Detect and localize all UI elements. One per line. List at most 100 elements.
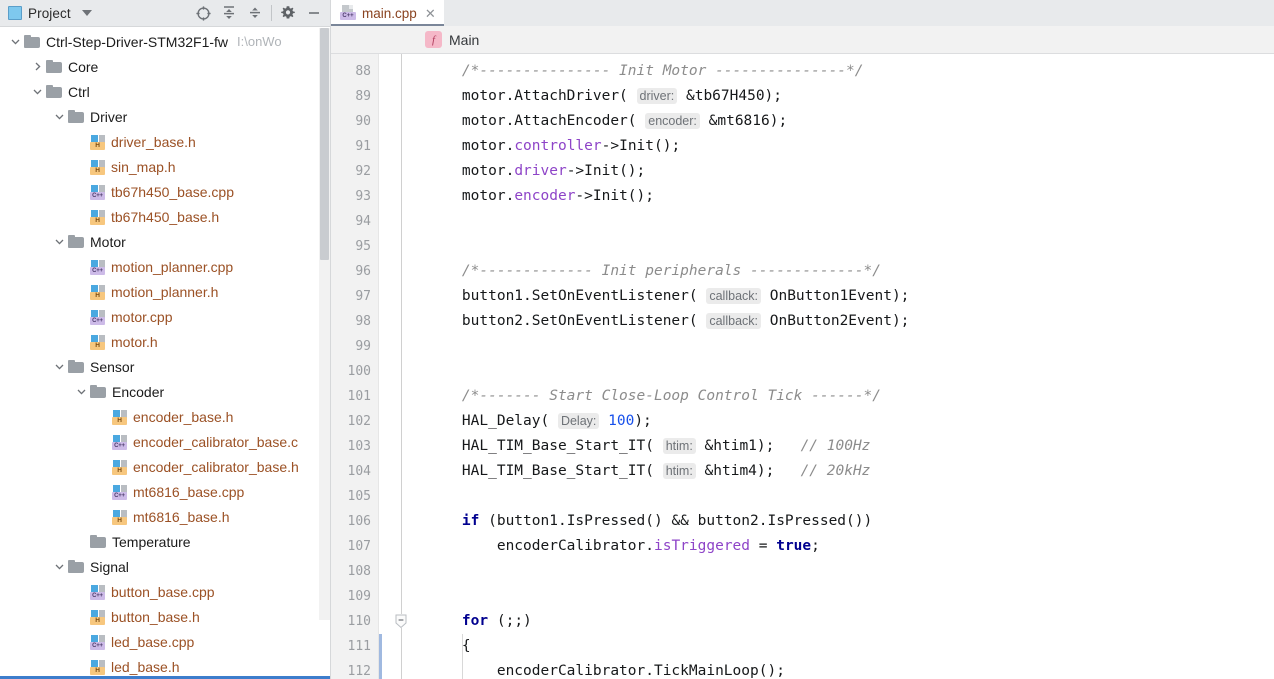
tree-file-item[interactable]: Hsin_map.h <box>0 154 331 179</box>
code-line[interactable]: { <box>417 634 1274 659</box>
tree-file-item[interactable]: C++encoder_calibrator_base.c <box>0 429 331 454</box>
vcs-change-marker[interactable] <box>379 634 382 679</box>
code-line[interactable]: HAL_TIM_Base_Start_IT( htim: &htim4); //… <box>417 459 1274 484</box>
code-line[interactable] <box>417 359 1274 384</box>
cpp-badge: C++ <box>340 12 356 20</box>
tree-folder-item[interactable]: Encoder <box>0 379 331 404</box>
tree-file-item[interactable]: Htb67h450_base.h <box>0 204 331 229</box>
code-line[interactable]: /*--------------- Init Motor -----------… <box>417 59 1274 84</box>
chevron-down-icon[interactable] <box>52 360 66 374</box>
tree-item-label: Sensor <box>90 359 134 375</box>
expand-all-icon[interactable] <box>216 1 242 25</box>
tree-file-item[interactable]: Hmotor.h <box>0 329 331 354</box>
tree-file-item[interactable]: C++motion_planner.cpp <box>0 254 331 279</box>
project-tree-scrollbar-thumb[interactable] <box>320 28 329 260</box>
settings-gear-icon[interactable] <box>275 1 301 25</box>
chevron-down-icon[interactable] <box>52 235 66 249</box>
code-line[interactable]: motor.controller->Init(); <box>417 134 1274 159</box>
code-line[interactable]: if (button1.IsPressed() && button2.IsPre… <box>417 509 1274 534</box>
tree-folder-item[interactable]: Core <box>0 54 331 79</box>
code-line[interactable]: motor.AttachDriver( driver: &tb67H450); <box>417 84 1274 109</box>
code-line[interactable]: motor.driver->Init(); <box>417 159 1274 184</box>
tree-folder-item[interactable]: Motor <box>0 229 331 254</box>
code-line[interactable]: motor.AttachEncoder( encoder: &mt6816); <box>417 109 1274 134</box>
code-line[interactable] <box>417 334 1274 359</box>
cpp-file-icon: C++ <box>112 484 128 500</box>
code-line[interactable]: HAL_Delay( Delay: 100); <box>417 409 1274 434</box>
code-comment: /*------------- Init peripherals -------… <box>427 263 881 279</box>
chevron-right-icon[interactable] <box>30 60 44 74</box>
tree-file-item[interactable]: Hencoder_calibrator_base.h <box>0 454 331 479</box>
code-line[interactable]: motor.encoder->Init(); <box>417 184 1274 209</box>
line-number: 108 <box>331 559 378 584</box>
code-fold-column[interactable] <box>385 54 417 679</box>
chevron-down-icon[interactable] <box>52 110 66 124</box>
line-number: 98 <box>331 309 378 334</box>
tree-file-item[interactable]: Hmt6816_base.h <box>0 504 331 529</box>
hide-icon[interactable] <box>301 1 327 25</box>
collapse-all-icon[interactable] <box>242 1 268 25</box>
folder-icon <box>46 60 62 73</box>
editor-tab-main-cpp[interactable]: C++ main.cpp ✕ <box>331 0 444 26</box>
project-tree-scrollbar[interactable] <box>319 28 330 620</box>
chevron-down-icon[interactable] <box>8 35 22 49</box>
project-tree[interactable]: Ctrl-Step-Driver-STM32F1-fwI:\onWoCoreCt… <box>0 27 331 679</box>
folder-icon <box>24 35 40 48</box>
tree-item-label: mt6816_base.h <box>133 509 230 525</box>
code-line[interactable]: button2.SetOnEventListener( callback: On… <box>417 309 1274 334</box>
chevron-down-icon[interactable] <box>52 560 66 574</box>
select-opened-file-icon[interactable] <box>190 1 216 25</box>
chevron-down-icon[interactable] <box>74 385 88 399</box>
tree-item-label: motor.cpp <box>111 309 172 325</box>
chevron-down-icon[interactable] <box>82 10 92 16</box>
code-content[interactable]: /*--------------- Init Motor -----------… <box>417 54 1274 679</box>
editor-tabbar: C++ main.cpp ✕ <box>331 0 1274 26</box>
tree-file-item[interactable]: C++tb67h450_base.cpp <box>0 179 331 204</box>
line-number-gutter[interactable]: 8889909192939495969798991001011021031041… <box>331 54 379 679</box>
project-panel-title-group[interactable]: Project <box>8 6 92 21</box>
code-line[interactable] <box>417 584 1274 609</box>
code-line[interactable]: /*------------- Init peripherals -------… <box>417 259 1274 284</box>
code-line[interactable] <box>417 484 1274 509</box>
tree-folder-item[interactable]: Temperature <box>0 529 331 554</box>
code-field: encoder <box>514 188 575 204</box>
tree-file-item[interactable]: C++mt6816_base.cpp <box>0 479 331 504</box>
code-line[interactable]: button1.SetOnEventListener( callback: On… <box>417 284 1274 309</box>
tree-file-item[interactable]: C++led_base.cpp <box>0 629 331 654</box>
tree-item-label: button_base.cpp <box>111 584 215 600</box>
tree-folder-item[interactable]: Sensor <box>0 354 331 379</box>
folder-icon <box>68 560 84 573</box>
tree-file-item[interactable]: C++motor.cpp <box>0 304 331 329</box>
tree-folder-item[interactable]: Ctrl <box>0 79 331 104</box>
code-line[interactable] <box>417 234 1274 259</box>
tree-item-label: led_base.cpp <box>111 634 194 650</box>
close-icon[interactable]: ✕ <box>424 7 437 20</box>
code-line[interactable] <box>417 559 1274 584</box>
code-fold-collapse-icon[interactable] <box>394 614 408 629</box>
tree-file-item[interactable]: C++button_base.cpp <box>0 579 331 604</box>
tree-item-label: sin_map.h <box>111 159 176 175</box>
code-line[interactable]: encoderCalibrator.isTriggered = true; <box>417 534 1274 559</box>
header-file-icon: H <box>90 159 106 175</box>
tree-file-item[interactable]: Hbutton_base.h <box>0 604 331 629</box>
tree-file-item[interactable]: Hencoder_base.h <box>0 404 331 429</box>
line-number: 94 <box>331 209 378 234</box>
line-number: 90 <box>331 109 378 134</box>
tree-file-item[interactable]: Hmotion_planner.h <box>0 279 331 304</box>
code-text: &htim4); <box>696 463 801 479</box>
chevron-down-icon[interactable] <box>30 85 44 99</box>
breadcrumb-item-main[interactable]: Main <box>449 32 479 48</box>
code-line[interactable] <box>417 209 1274 234</box>
code-keyword: for <box>462 613 488 629</box>
tree-file-item[interactable]: Hdriver_base.h <box>0 129 331 154</box>
code-line[interactable]: HAL_TIM_Base_Start_IT( htim: &htim1); //… <box>417 434 1274 459</box>
tree-folder-item[interactable]: Ctrl-Step-Driver-STM32F1-fwI:\onWo <box>0 29 331 54</box>
code-editor[interactable]: 8889909192939495969798991001011021031041… <box>331 54 1274 679</box>
header-file-icon: H <box>90 134 106 150</box>
code-line[interactable]: encoderCalibrator.TickMainLoop(); <box>417 659 1274 679</box>
tree-folder-item[interactable]: Signal <box>0 554 331 579</box>
code-line[interactable]: for (;;) <box>417 609 1274 634</box>
tree-folder-item[interactable]: Driver <box>0 104 331 129</box>
tree-item-label: button_base.h <box>111 609 200 625</box>
code-line[interactable]: /*------- Start Close-Loop Control Tick … <box>417 384 1274 409</box>
